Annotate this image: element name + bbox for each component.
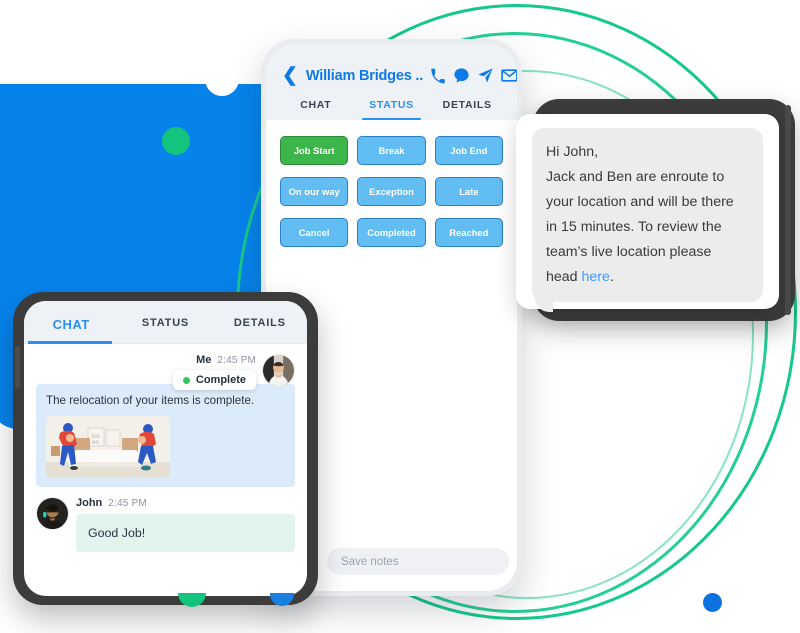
message-line-5: team’s live location please — [546, 244, 712, 260]
chat-bubble-john: Good Job! — [76, 514, 295, 552]
movers-carrying-sofa-photo[interactable]: los en — [46, 416, 170, 478]
phone-icon[interactable] — [430, 67, 446, 84]
status-button-late[interactable]: Late — [434, 177, 503, 206]
status-button-job-end[interactable]: Job End — [434, 136, 503, 165]
status-badge-label: Complete — [195, 374, 246, 386]
status-badge-complete: Complete — [172, 370, 256, 390]
chat-message-list: Me 2:45 PM Complete The relocation of yo… — [24, 344, 307, 596]
message-line-6-suffix: . — [609, 269, 614, 285]
device-side-button — [15, 346, 20, 388]
illustration-stage: ❮ William Bridges .. CHAT STATUS DETAILS… — [0, 0, 800, 633]
message-line-4: in 15 minutes. To review the — [546, 219, 722, 235]
message-line-3: your location and will be there — [546, 194, 734, 210]
message-line-6-prefix: head — [546, 269, 582, 285]
save-notes-input[interactable] — [327, 548, 509, 575]
message-content-column: Me 2:45 PM Complete — [172, 354, 256, 390]
status-button-grid: Job Start Break Job End On our way Excep… — [266, 120, 517, 247]
chat-tab-chat[interactable]: CHAT — [24, 301, 118, 344]
status-button-exception[interactable]: Exception — [357, 177, 426, 206]
svg-text:en: en — [92, 440, 99, 446]
status-button-job-start[interactable]: Job Start — [280, 136, 349, 165]
message-sender: Me — [196, 354, 212, 366]
message-preview-card: Hi John, Jack and Ben are enroute to you… — [516, 114, 779, 312]
phone-title-row: ❮ William Bridges .. — [278, 66, 517, 95]
paper-plane-icon[interactable] — [477, 67, 494, 84]
chat-message-john: John 2:45 PM Good Job! — [36, 497, 295, 552]
message-meta-john: John 2:45 PM — [76, 497, 295, 509]
white-dot — [205, 62, 239, 96]
envelope-icon[interactable] — [501, 67, 517, 84]
message-sender: John — [76, 497, 103, 509]
status-dot-icon — [182, 376, 190, 384]
message-time: 2:45 PM — [108, 497, 147, 509]
status-button-cancel[interactable]: Cancel — [280, 218, 349, 247]
message-line-6: head here. — [546, 265, 749, 290]
chat-bubble-icon[interactable] — [453, 67, 470, 84]
status-button-break[interactable]: Break — [357, 136, 426, 165]
chat-bubble-me-text: The relocation of your items is complete… — [46, 394, 255, 407]
tab-status[interactable]: STATUS — [354, 95, 430, 120]
tab-details[interactable]: DETAILS — [429, 95, 505, 120]
avatar-me — [262, 354, 295, 387]
phone-header: ❮ William Bridges .. CHAT STATUS DETAILS — [266, 44, 517, 120]
message-meta-me: Me 2:45 PM — [196, 354, 256, 366]
chat-tab-details[interactable]: DETAILS — [213, 301, 307, 343]
message-line-2: Jack and Ben are enroute to — [546, 169, 725, 185]
green-dot — [162, 127, 190, 155]
blue-dot-bottom-right — [703, 593, 722, 612]
chat-tab-status[interactable]: STATUS — [118, 301, 212, 343]
status-button-reached[interactable]: Reached — [434, 218, 503, 247]
chat-phone-screen: CHAT STATUS DETAILS Me 2:45 PM Complete — [24, 301, 307, 596]
tab-chat[interactable]: CHAT — [278, 95, 354, 120]
chat-tabs: CHAT STATUS DETAILS — [24, 301, 307, 344]
chat-bubble-john-text: Good Job! — [88, 526, 146, 540]
status-button-on-our-way[interactable]: On our way — [280, 177, 349, 206]
blue-dot-small — [4, 89, 26, 111]
message-line-1: Hi John, — [546, 144, 599, 160]
notification-message-bubble: Hi John, Jack and Ben are enroute to you… — [532, 128, 763, 312]
chevron-left-icon[interactable]: ❮ — [282, 66, 298, 85]
message-content-column: John 2:45 PM Good Job! — [76, 497, 295, 552]
device-edge — [785, 105, 791, 315]
chat-bubble-me: The relocation of your items is complete… — [36, 384, 295, 487]
avatar-john — [36, 497, 69, 530]
message-time: 2:45 PM — [217, 354, 256, 366]
phone-tabs: CHAT STATUS DETAILS — [278, 95, 505, 120]
status-button-completed[interactable]: Completed — [357, 218, 426, 247]
chat-phone-device: CHAT STATUS DETAILS Me 2:45 PM Complete — [13, 292, 318, 605]
contact-name: William Bridges .. — [305, 67, 424, 84]
here-link[interactable]: here — [582, 269, 610, 285]
